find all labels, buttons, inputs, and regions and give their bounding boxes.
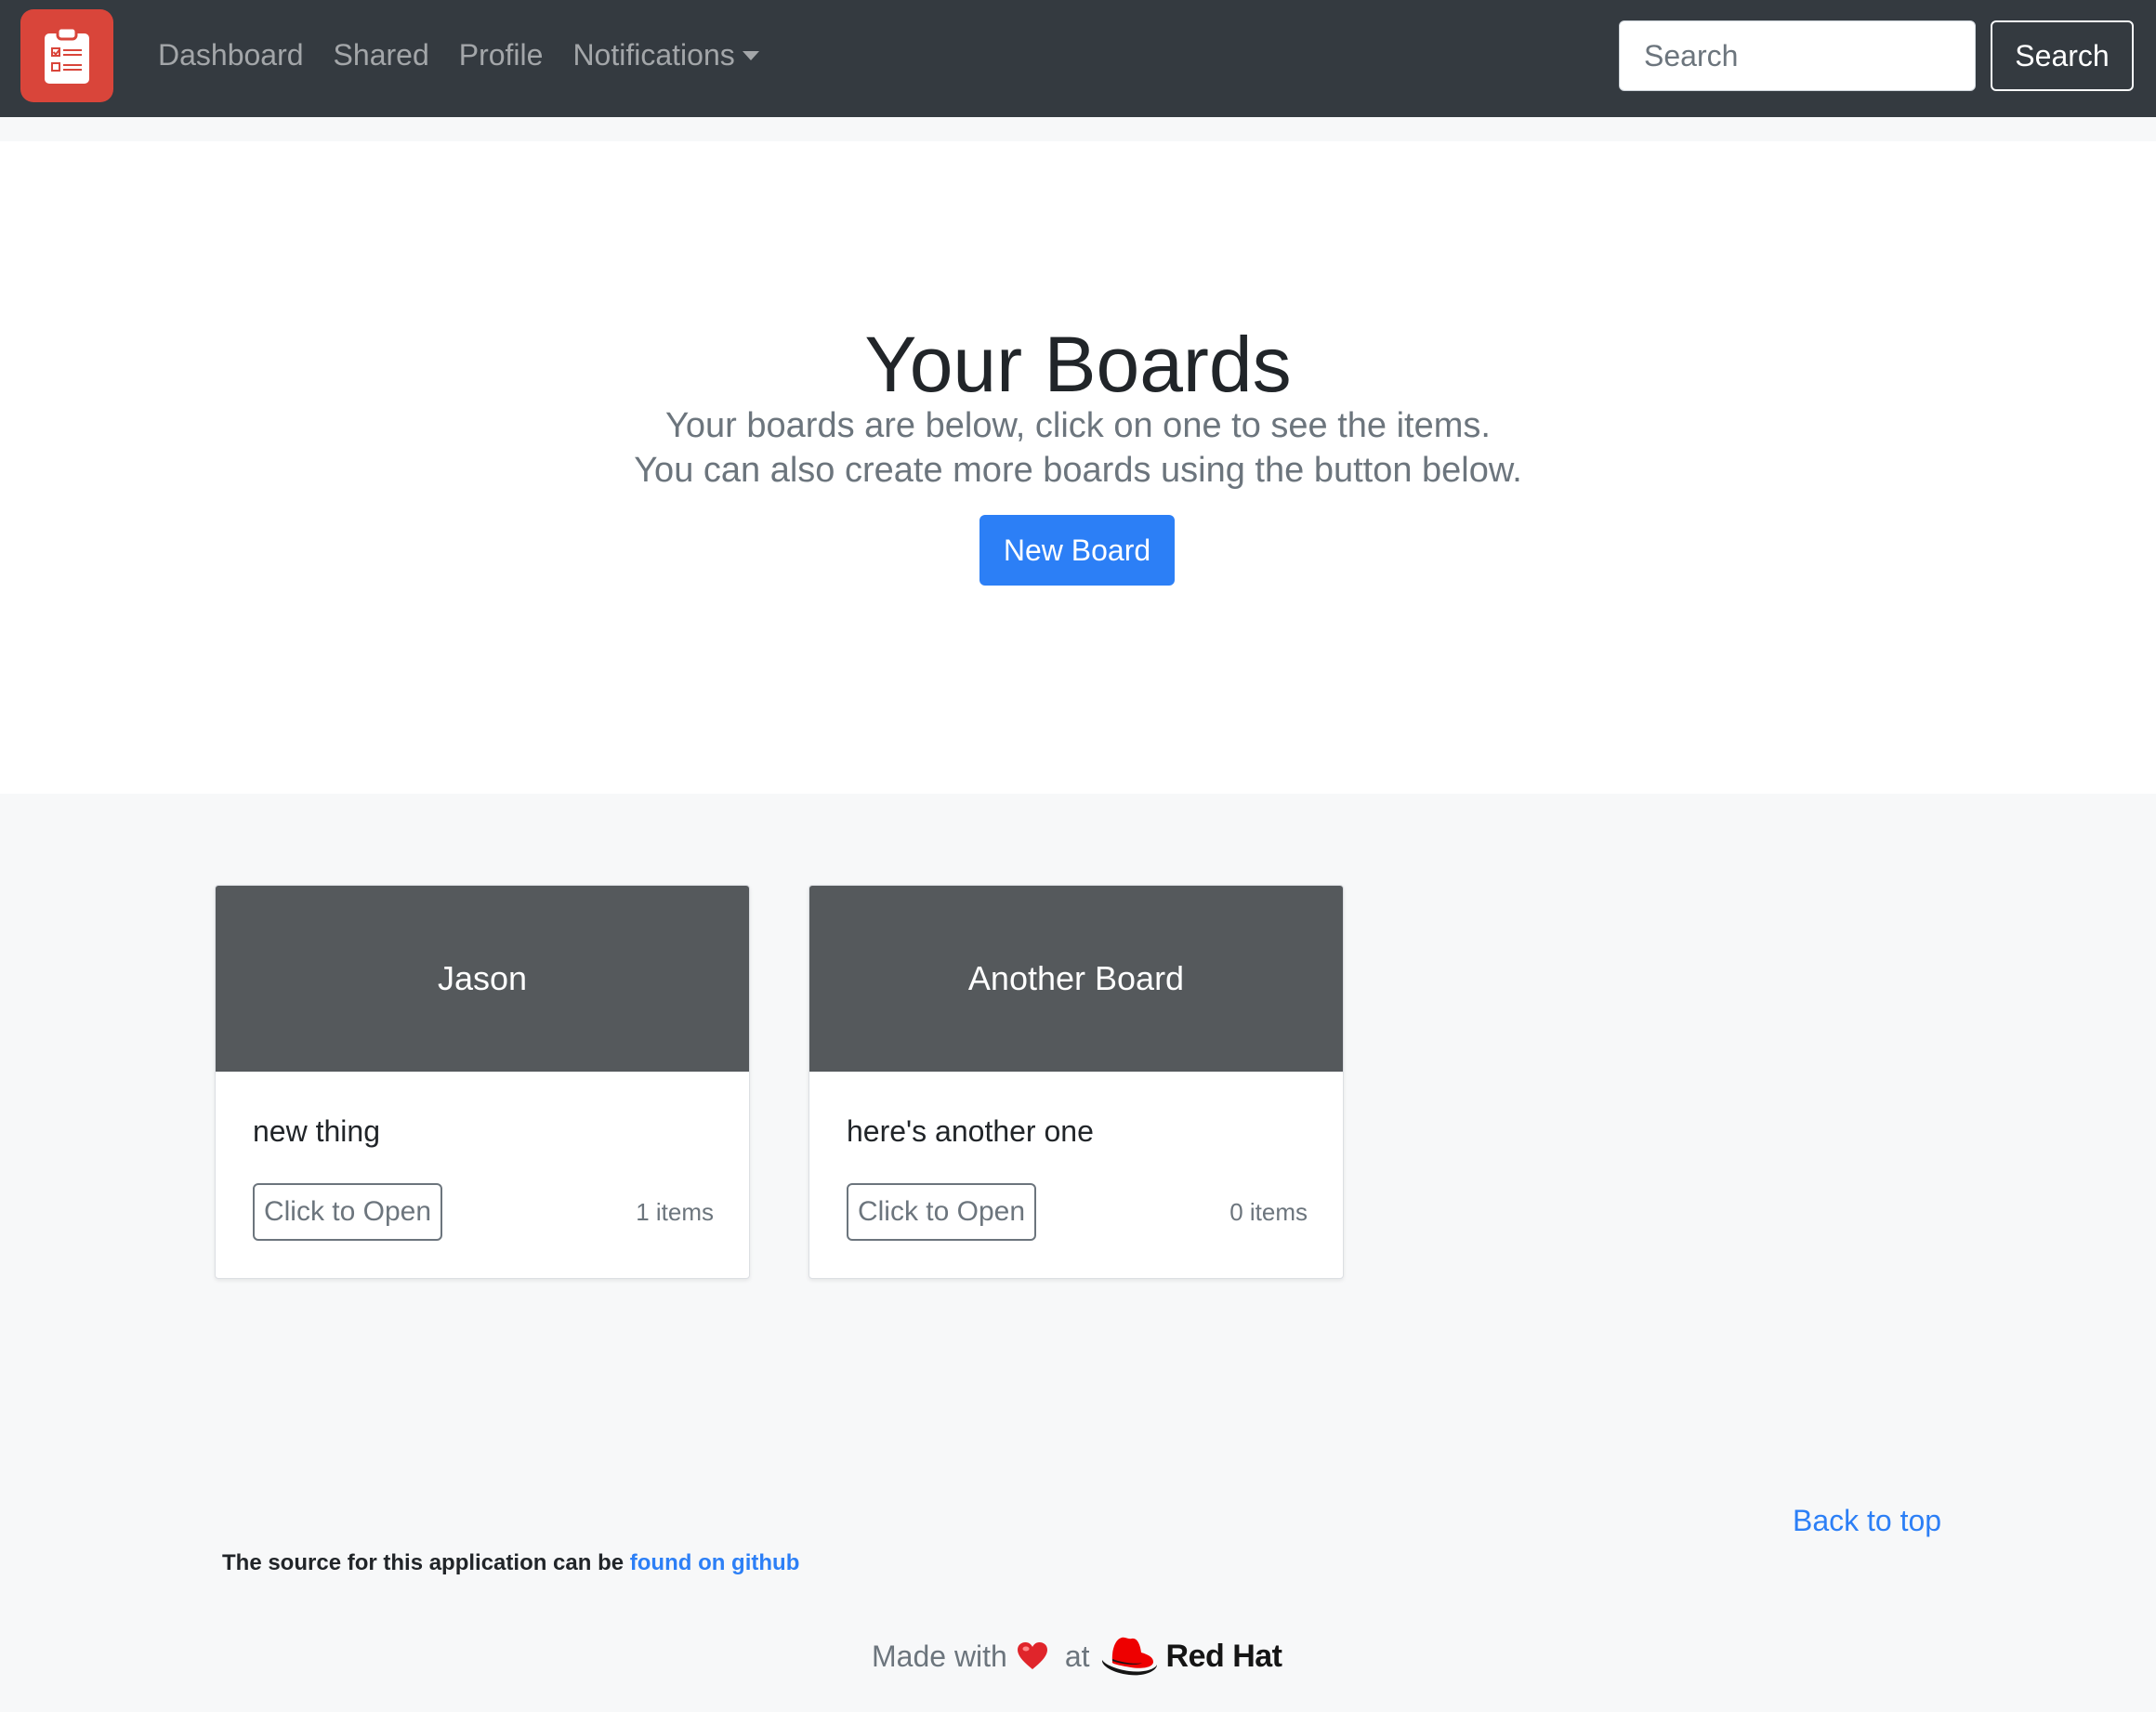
click-to-open-button[interactable]: Click to Open	[847, 1183, 1036, 1241]
board-card: Another Board here's another one Click t…	[808, 885, 1344, 1279]
app-logo[interactable]	[20, 9, 113, 102]
page-title: Your Boards	[864, 321, 1292, 408]
clipboard-checklist-icon	[45, 26, 89, 84]
hero-section: Your Boards Your boards are below, click…	[0, 141, 2156, 794]
new-board-button[interactable]: New Board	[979, 515, 1175, 586]
board-item-count: 0 items	[1229, 1198, 1308, 1226]
board-card: Jason new thing Click to Open 1 items	[215, 885, 750, 1279]
github-link[interactable]: found on github	[630, 1550, 800, 1575]
nav-dropdown-notifications[interactable]: Notifications	[572, 37, 759, 72]
board-card-header: Jason	[216, 886, 749, 1072]
at-text: at	[1064, 1639, 1090, 1673]
made-with-text: Made with	[872, 1639, 1007, 1673]
click-to-open-button[interactable]: Click to Open	[253, 1183, 442, 1241]
back-to-top-link[interactable]: Back to top	[1793, 1504, 1941, 1538]
nav-link-dashboard[interactable]: Dashboard	[158, 38, 304, 72]
nav-link-shared[interactable]: Shared	[334, 38, 429, 72]
source-note: The source for this application can be f…	[222, 1550, 799, 1576]
board-item-count: 1 items	[636, 1198, 714, 1226]
red-hat-brand-text: Red Hat	[1165, 1638, 1282, 1674]
hero-lead-line-2: You can also create more boards using th…	[634, 451, 1522, 490]
heart-icon	[1017, 1641, 1048, 1671]
search-button[interactable]: Search	[1991, 20, 2134, 91]
board-card-description: here's another one	[847, 1114, 1094, 1148]
search-input[interactable]	[1619, 20, 1976, 91]
board-card-description: new thing	[253, 1114, 380, 1148]
nav-link-notifications-label: Notifications	[572, 37, 735, 72]
hero-lead-line-1: Your boards are below, click on one to s…	[665, 406, 1491, 445]
red-hat-fedora-icon	[1101, 1637, 1157, 1676]
top-navbar: Dashboard Shared Profile Notifications S…	[0, 0, 2156, 117]
made-with-footer: Made with at Red Hat	[872, 1628, 1282, 1684]
board-card-header: Another Board	[809, 886, 1343, 1072]
nav-link-profile[interactable]: Profile	[459, 38, 544, 72]
source-note-text: The source for this application can be	[222, 1550, 624, 1575]
nav-links: Dashboard Shared Profile Notifications	[158, 0, 789, 110]
red-hat-logo: Red Hat	[1099, 1634, 1282, 1679]
caret-down-icon	[742, 51, 759, 60]
